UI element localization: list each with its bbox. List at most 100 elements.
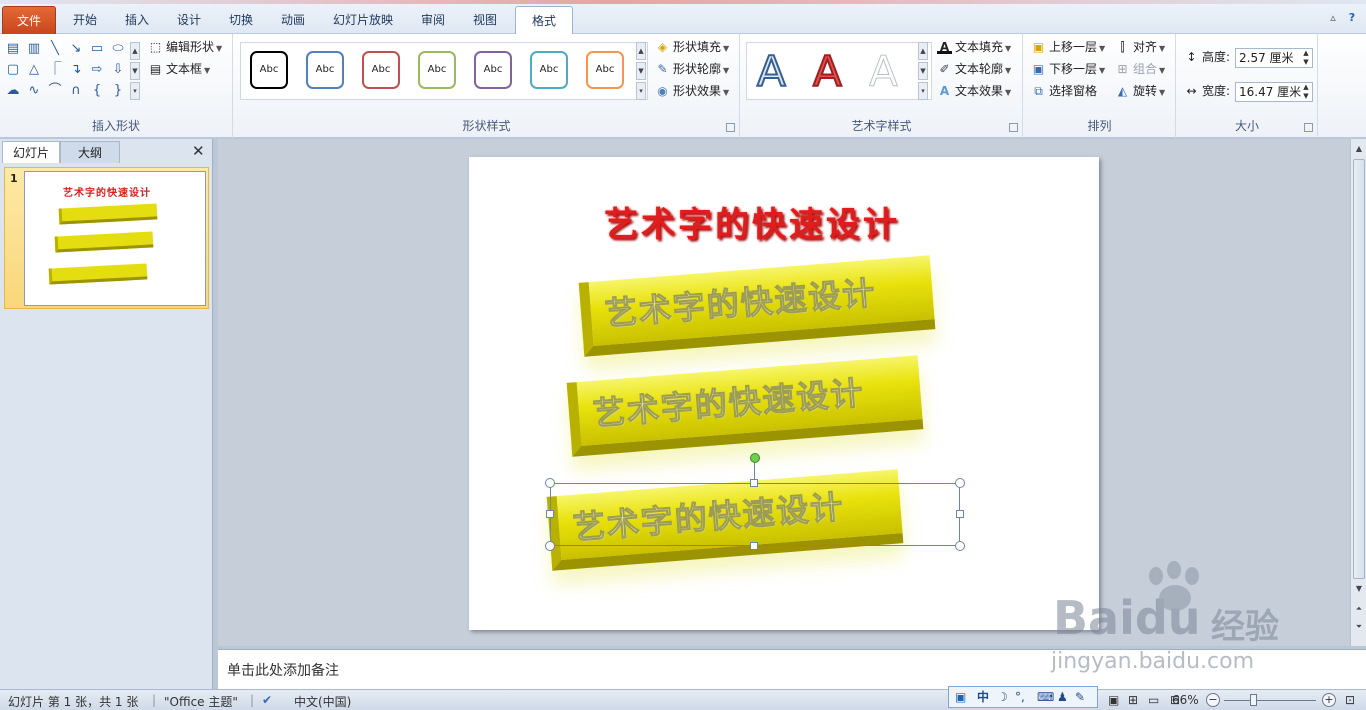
text-effects-button[interactable]: A 文本效果 ▼ [937, 82, 1011, 100]
wordart-box-1[interactable]: 艺术字的快速设计 [578, 255, 936, 357]
wordart-style-white[interactable]: A [869, 47, 899, 97]
slide-thumbnail-item[interactable]: 1 艺术字的快速设计 [4, 167, 209, 309]
theme-status[interactable]: "Office 主题" [164, 693, 238, 710]
tab-review[interactable]: 审阅 [410, 6, 456, 34]
shape-style-preset[interactable]: Abc [474, 51, 512, 89]
tab-slideshow[interactable]: 幻灯片放映 [322, 6, 404, 34]
left-brace-shape-icon[interactable]: { [90, 84, 104, 98]
oval-shape-icon[interactable]: ⬭ [111, 42, 125, 56]
spell-check-icon[interactable]: ✔ [262, 693, 272, 707]
language-status[interactable]: 中文(中国) [294, 693, 351, 710]
dialog-launcher-icon[interactable] [726, 123, 735, 132]
text-fill-button[interactable]: A 文本填充 ▼ [937, 38, 1011, 56]
slide-canvas[interactable]: 艺术字的快速设计 艺术字的快速设计 艺术字的快速设计 艺术字的快速设计 [469, 157, 1099, 630]
tools-icon[interactable]: ✎ [1075, 687, 1085, 707]
shape-style-preset[interactable]: Abc [586, 51, 624, 89]
zoom-level[interactable]: 66% [1172, 693, 1199, 707]
zoom-slider-thumb[interactable] [1250, 694, 1257, 706]
tab-slides[interactable]: 幻灯片 [2, 141, 60, 163]
rotate-button[interactable]: ◭ 旋转 ▼ [1115, 82, 1165, 100]
resize-handle-s[interactable] [750, 542, 758, 550]
reading-view-icon[interactable]: ▭ [1148, 693, 1159, 707]
resize-handle-se[interactable] [955, 541, 965, 551]
shape-outline-button[interactable]: ✎ 形状轮廓 ▼ [655, 60, 729, 78]
ime-mode-toggle[interactable]: 中 [977, 687, 989, 707]
down-arrow-shape-icon[interactable]: ⇩ [111, 63, 125, 77]
dialog-launcher-icon[interactable] [1304, 123, 1313, 132]
next-slide-icon[interactable]: ⏷ [1352, 619, 1366, 635]
wordart-style-blue[interactable]: A [756, 46, 787, 97]
textbox-shape-icon[interactable]: ▤ [6, 42, 20, 56]
arc-shape-icon[interactable]: ⌒ [48, 84, 62, 98]
half-width-icon[interactable]: ☽ [997, 687, 1008, 707]
styles-gallery-up-icon[interactable]: ▲ [636, 42, 646, 60]
tab-file[interactable]: 文件 [2, 6, 56, 34]
selection-pane-button[interactable]: ⧉ 选择窗格 [1031, 82, 1097, 100]
resize-handle-nw[interactable] [545, 478, 555, 488]
resize-handle-e[interactable] [956, 510, 964, 518]
scribble-shape-icon[interactable]: ∿ [27, 84, 41, 98]
user-icon[interactable]: ♟ [1057, 687, 1068, 707]
previous-slide-icon[interactable]: ⏶ [1352, 601, 1366, 617]
text-box-button[interactable]: ▤ 文本框 ▼ [148, 60, 210, 78]
curve-shape-icon[interactable]: ∩ [69, 84, 83, 98]
minimize-ribbon-icon[interactable]: ▵ [1325, 10, 1341, 26]
gallery-more-icon[interactable]: ▾ [130, 82, 140, 100]
normal-view-icon[interactable]: ▣ [1108, 693, 1119, 707]
dialog-launcher-icon[interactable] [1009, 123, 1018, 132]
tab-transitions[interactable]: 切换 [218, 6, 264, 34]
wordart-box-2[interactable]: 艺术字的快速设计 [566, 355, 924, 457]
zoom-out-icon[interactable]: − [1206, 693, 1220, 707]
tab-home[interactable]: 开始 [62, 6, 108, 34]
gallery-down-icon[interactable]: ▼ [130, 62, 140, 80]
rotation-handle[interactable] [750, 453, 760, 463]
freeform-shape-icon[interactable]: ☁ [6, 84, 20, 98]
right-brace-shape-icon[interactable]: } [111, 84, 125, 98]
rectangle-shape-icon[interactable]: ▭ [90, 42, 104, 56]
help-icon[interactable]: ? [1344, 10, 1360, 26]
wordart-gallery-down-icon[interactable]: ▼ [918, 62, 928, 80]
tab-animations[interactable]: 动画 [270, 6, 316, 34]
triangle-shape-icon[interactable]: △ [27, 63, 41, 77]
send-backward-button[interactable]: ▣ 下移一层 ▼ [1031, 60, 1105, 78]
zoom-in-icon[interactable]: + [1322, 693, 1336, 707]
wordart-gallery-up-icon[interactable]: ▲ [918, 42, 928, 60]
shape-style-preset[interactable]: Abc [530, 51, 568, 89]
scroll-up-icon[interactable]: ▲ [1352, 141, 1366, 157]
tab-insert[interactable]: 插入 [114, 6, 160, 34]
tab-view[interactable]: 视图 [462, 6, 508, 34]
shape-fill-button[interactable]: ◈ 形状填充 ▼ [655, 38, 729, 56]
align-button[interactable]: ⫿ 对齐 ▼ [1115, 38, 1166, 56]
line-shape-icon[interactable]: ╲ [48, 42, 62, 56]
scroll-down-icon[interactable]: ▼ [1352, 581, 1366, 597]
elbow-connector-shape-icon[interactable]: ⎾ [48, 63, 62, 77]
right-arrow-shape-icon[interactable]: ⇨ [90, 63, 104, 77]
shape-style-preset[interactable]: Abc [418, 51, 456, 89]
resize-handle-n[interactable] [750, 479, 758, 487]
fit-to-window-icon[interactable]: ⊡ [1345, 693, 1355, 707]
vertical-scrollbar[interactable]: ▲ ▼ ⏶ ⏷ [1350, 139, 1366, 646]
height-field[interactable]: 2.57 厘米 ▲ ▼ [1235, 48, 1313, 68]
zoom-slider-track[interactable] [1224, 700, 1316, 701]
arrow-line-shape-icon[interactable]: ↘ [69, 42, 83, 56]
tab-outline[interactable]: 大纲 [60, 141, 120, 163]
wordart-style-red[interactable]: A [812, 46, 843, 97]
text-outline-button[interactable]: ✐ 文本轮廓 ▼ [937, 60, 1011, 78]
group-button[interactable]: ⊞ 组合 ▼ [1115, 60, 1165, 78]
keyboard-icon[interactable]: ⌨ [1037, 687, 1054, 707]
scroll-thumb[interactable] [1353, 159, 1365, 579]
gallery-up-icon[interactable]: ▲ [130, 42, 140, 60]
shape-style-preset[interactable]: Abc [362, 51, 400, 89]
close-pane-icon[interactable]: ✕ [192, 142, 205, 160]
bring-forward-button[interactable]: ▣ 上移一层 ▼ [1031, 38, 1105, 56]
resize-handle-w[interactable] [546, 510, 554, 518]
width-spinner-icon[interactable]: ▲ ▼ [1301, 83, 1311, 101]
shape-style-preset[interactable]: Abc [306, 51, 344, 89]
shape-effects-button[interactable]: ◉ 形状效果 ▼ [655, 82, 729, 100]
resize-handle-ne[interactable] [955, 478, 965, 488]
slide-sorter-icon[interactable]: ⊞ [1128, 693, 1138, 707]
styles-gallery-down-icon[interactable]: ▼ [636, 62, 646, 80]
tab-design[interactable]: 设计 [166, 6, 212, 34]
punctuation-icon[interactable]: °, [1015, 687, 1025, 707]
elbow-arrow-shape-icon[interactable]: ↴ [69, 63, 83, 77]
